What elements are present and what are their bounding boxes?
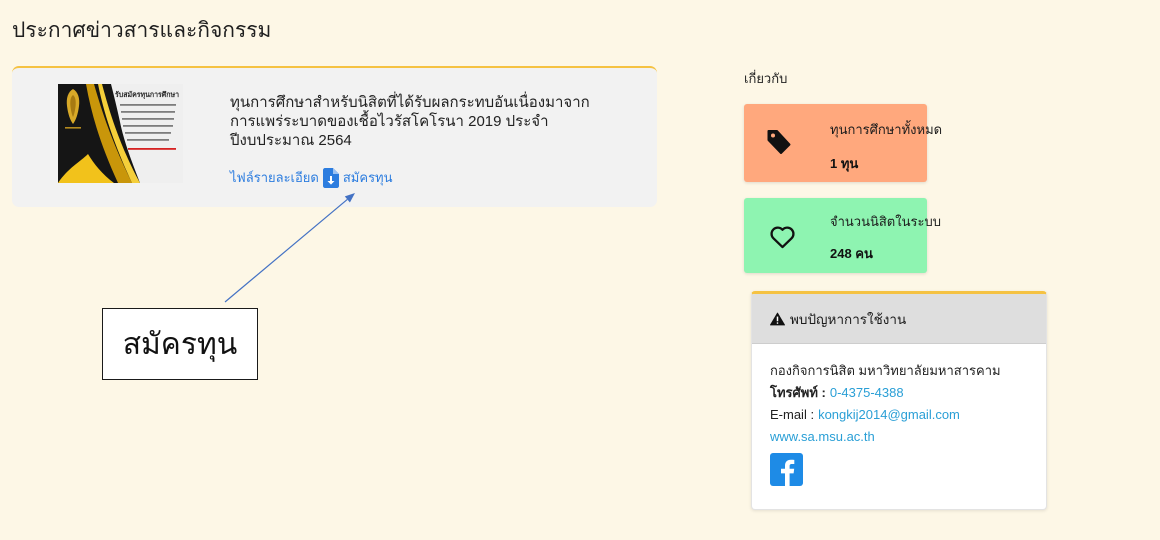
page: ประกาศข่าวสารและกิจกรรม รับสมัครทุนการศึ… bbox=[0, 0, 1160, 540]
file-download-icon[interactable] bbox=[322, 168, 339, 188]
email-label: E-mail : bbox=[770, 407, 815, 422]
email-link[interactable]: kongkij2014@gmail.com bbox=[818, 407, 960, 422]
total-scholarships-card: ทุนการศึกษาทั้งหมด 1 ทุน bbox=[744, 104, 942, 182]
page-title: ประกาศข่าวสารและกิจกรรม bbox=[12, 19, 272, 42]
support-header: พบปัญหาการใช้งาน bbox=[752, 294, 1046, 344]
announcement-title-line: การแพร่ระบาดของเชื้อไวรัสโคโรนา 2019 ประ… bbox=[230, 113, 549, 130]
stat-value: 1 ทุน bbox=[830, 156, 859, 171]
stat-label: จำนวนนิสิตในระบบ bbox=[830, 214, 941, 229]
poster-image: รับสมัครทุนการศึกษา bbox=[58, 84, 183, 183]
announcement-links: ไฟล์รายละเอียด สมัครทุน bbox=[230, 168, 393, 188]
announcement-title-line: ปีงบประมาณ 2564 bbox=[230, 132, 352, 149]
heart-icon bbox=[770, 226, 795, 249]
announcement-thumbnail: รับสมัครทุนการศึกษา bbox=[58, 84, 183, 183]
warning-icon bbox=[770, 312, 785, 325]
organization-name: กองกิจการนิสิต มหาวิทยาลัยมหาสารคาม bbox=[770, 363, 1001, 378]
support-body: กองกิจการนิสิต มหาวิทยาลัยมหาสารคาม โทรศ… bbox=[752, 344, 1046, 486]
facebook-icon[interactable] bbox=[770, 453, 803, 486]
annotation-arrow-line bbox=[224, 198, 348, 303]
poster-heading: รับสมัครทุนการศึกษา bbox=[115, 90, 179, 99]
apply-scholarship-label[interactable]: สมัครทุน bbox=[343, 168, 393, 188]
website-row: www.sa.msu.ac.th bbox=[770, 426, 1028, 448]
announcement-card: รับสมัครทุนการศึกษา ทุนการศึกษาสำหรับนิส… bbox=[12, 66, 657, 207]
website-link[interactable]: www.sa.msu.ac.th bbox=[770, 429, 875, 444]
phone-row: โทรศัพท์ : 0-4375-4388 bbox=[770, 382, 1028, 404]
students-count-card: จำนวนนิสิตในระบบ 248 คน bbox=[744, 198, 941, 273]
about-label: เกี่ยวกับ bbox=[744, 71, 788, 86]
email-row: E-mail : kongkij2014@gmail.com bbox=[770, 404, 1028, 426]
stat-value: 248 คน bbox=[830, 246, 873, 261]
poster-seal-caption bbox=[65, 127, 81, 129]
stat-label: ทุนการศึกษาทั้งหมด bbox=[830, 122, 943, 137]
announcement-title: ทุนการศึกษาสำหรับนิสิตที่ได้รับผลกระทบอั… bbox=[230, 93, 590, 150]
support-card: พบปัญหาการใช้งาน กองกิจการนิสิต มหาวิทยา… bbox=[751, 291, 1047, 510]
phone-link[interactable]: 0-4375-4388 bbox=[830, 385, 904, 400]
annotation-callout: สมัครทุน bbox=[102, 308, 258, 380]
poster-deadline-line bbox=[128, 148, 176, 150]
announcement-title-line: ทุนการศึกษาสำหรับนิสิตที่ได้รับผลกระทบอั… bbox=[230, 94, 590, 111]
apply-scholarship-link[interactable]: สมัครทุน bbox=[322, 168, 393, 188]
tag-icon bbox=[767, 130, 791, 154]
phone-label: โทรศัพท์ : bbox=[770, 385, 826, 400]
details-file-link[interactable]: ไฟล์รายละเอียด bbox=[230, 168, 319, 188]
support-title: พบปัญหาการใช้งาน bbox=[790, 311, 907, 327]
